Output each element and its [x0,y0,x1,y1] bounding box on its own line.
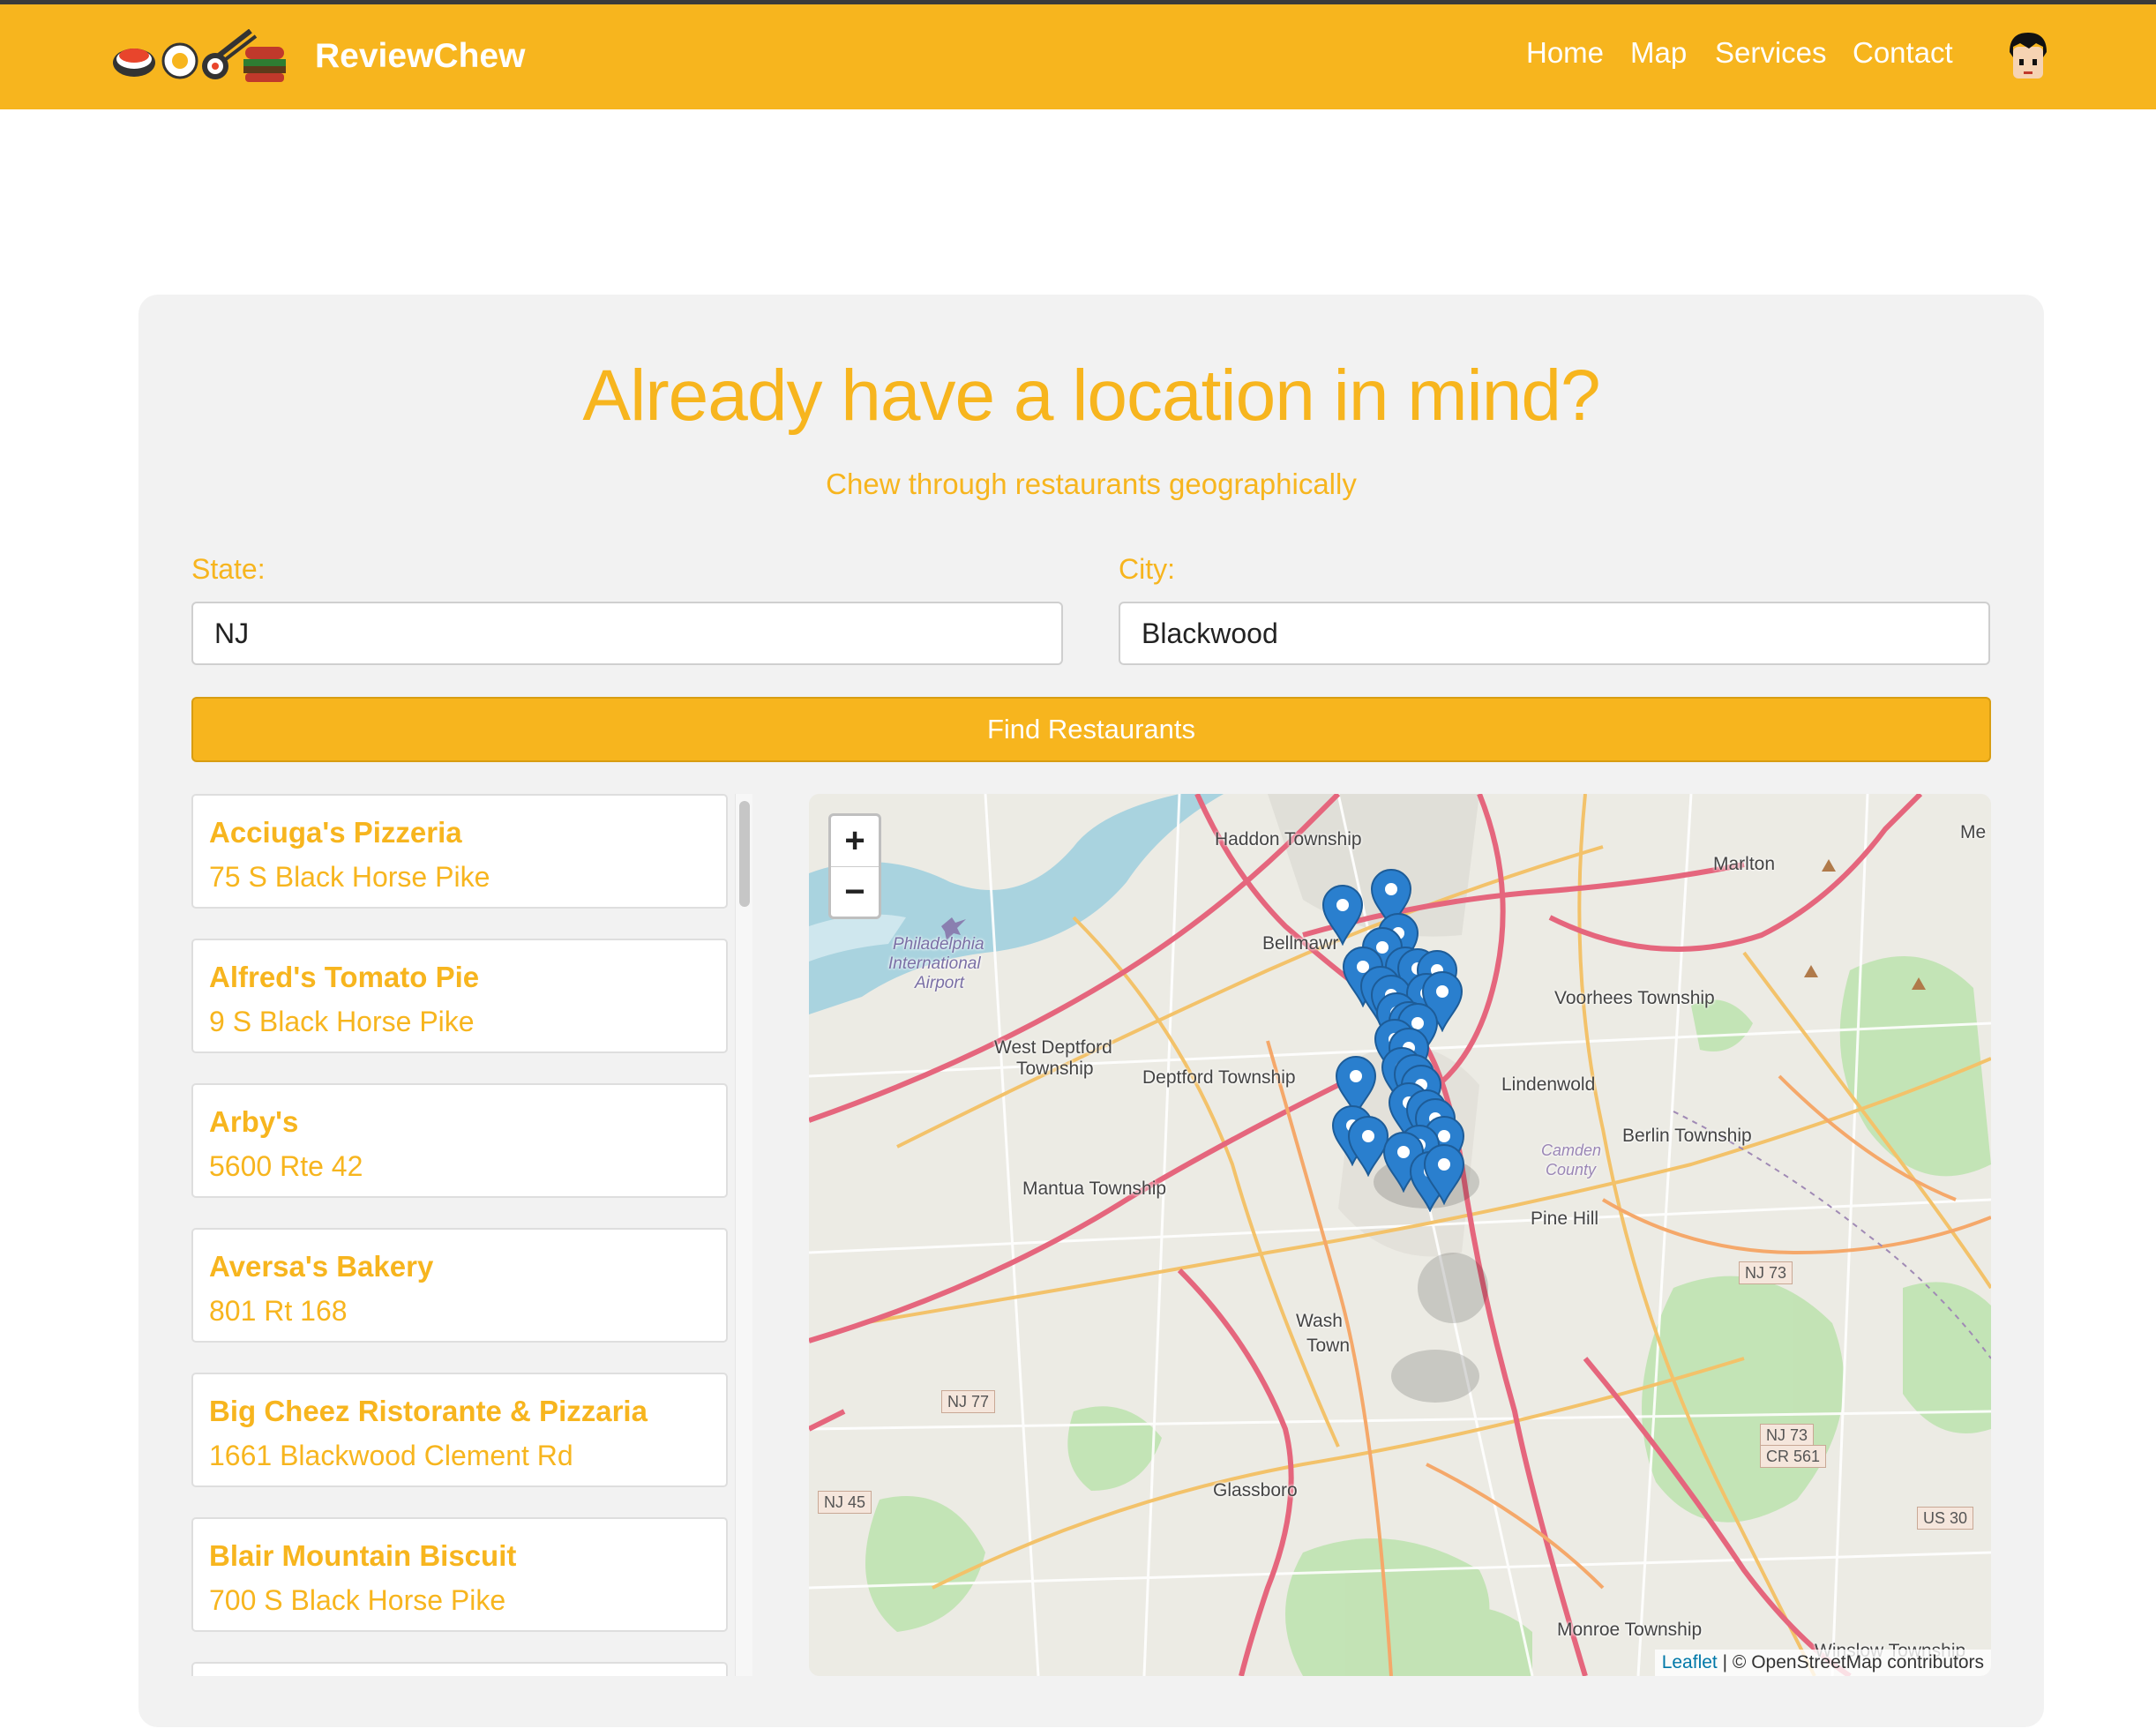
route-shield: NJ 73 [1739,1261,1793,1284]
nav-contact-link[interactable]: Contact [1853,31,1953,75]
zoom-out-button[interactable]: − [831,867,879,917]
map-label: West Deptford [994,1037,1112,1058]
restaurant-card[interactable]: Big Cheez Ristorante & Pizzaria 1661 Bla… [191,1373,728,1487]
route-shield: NJ 77 [941,1390,996,1413]
restaurant-card[interactable]: Arby's 5600 Rte 42 [191,1083,728,1198]
map-label: Glassboro [1213,1480,1298,1500]
find-restaurants-button[interactable]: Find Restaurants [191,697,1991,762]
map-label: Marlton [1713,854,1776,874]
map-label: Airport [915,974,964,992]
list-scrollbar[interactable] [735,794,752,1676]
zoom-control: + − [828,813,881,919]
map-label: Deptford Township [1142,1067,1296,1088]
osm-attribution-text: | © OpenStreetMap contributors [1717,1652,1984,1672]
food-logo-icon[interactable] [111,29,288,87]
map-label: International [888,954,981,973]
map-marker-icon[interactable] [1321,884,1365,946]
map-label: Camden [1541,1141,1602,1159]
brand-name[interactable]: ReviewChew [315,34,525,79]
search-panel: Already have a location in mind? Chew th… [138,295,2044,1727]
restaurant-address: 700 S Black Horse Pike [209,1584,506,1616]
map-label: Town [1306,1336,1351,1356]
map-label: Wash [1296,1311,1343,1331]
list-scrollbar-thumb[interactable] [739,801,750,907]
restaurant-card[interactable]: Alfred's Tomato Pie 9 S Black Horse Pike [191,939,728,1053]
zoom-in-button[interactable]: + [831,816,879,866]
restaurant-name: Blair Mountain Biscuit [209,1539,517,1572]
map-label: Berlin Township [1622,1126,1752,1146]
route-shield: US 30 [1917,1507,1974,1530]
map-label: Township [1016,1059,1094,1079]
leaflet-link[interactable]: Leaflet [1662,1652,1718,1672]
restaurant-card[interactable]: Aversa's Bakery 801 Rt 168 [191,1228,728,1343]
nav-map-link[interactable]: Map [1630,31,1687,75]
nav-services-link[interactable]: Services [1715,31,1827,75]
restaurant-card[interactable]: Blair Mountain Biscuit 700 S Black Horse… [191,1517,728,1632]
restaurant-card[interactable]: Acciuga's Pizzeria 75 S Black Horse Pike [191,794,728,909]
map-label: Voorhees Township [1554,988,1715,1008]
restaurant-name: Big Cheez Ristorante & Pizzaria [209,1395,648,1427]
city-input[interactable] [1119,602,1990,665]
map-label: Monroe Township [1557,1620,1703,1640]
nav-home-link[interactable]: Home [1526,31,1604,75]
restaurant-address: 9 S Black Horse Pike [209,1006,475,1037]
restaurant-list[interactable]: Acciuga's Pizzeria 75 S Black Horse Pike… [191,794,752,1676]
map-label: Mantua Township [1022,1179,1167,1199]
restaurant-name: Aversa's Bakery [209,1250,434,1283]
user-avatar-icon[interactable] [2004,31,2052,84]
map-label: Me [1960,822,1987,842]
city-label: City: [1119,553,1175,585]
map-label: Haddon Township [1215,829,1362,849]
page-subtitle: Chew through restaurants geographically [826,468,1357,500]
restaurant-map[interactable]: Haddon Township Marlton Me Philadelphia … [809,794,1991,1676]
restaurant-address: 1661 Blackwood Clement Rd [209,1440,573,1471]
map-label: Pine Hill [1531,1208,1599,1229]
route-shield: NJ 45 [818,1491,872,1514]
map-marker-icon[interactable] [1422,1143,1466,1205]
state-input[interactable] [191,602,1063,665]
restaurant-name: Alfred's Tomato Pie [209,961,480,993]
navbar: ReviewChew Home Map Services Contact [0,4,2156,109]
restaurant-address: 801 Rt 168 [209,1295,348,1327]
restaurant-name: Acciuga's Pizzeria [209,816,462,849]
page-title: Already have a location in mind? [582,355,1600,436]
state-label: State: [191,553,266,585]
restaurant-name: Arby's [209,1105,299,1138]
map-label: Lindenwold [1501,1074,1596,1095]
map-attribution: Leaflet | © OpenStreetMap contributors [1654,1650,1991,1676]
restaurant-address: 5600 Rte 42 [209,1150,363,1182]
route-shield: CR 561 [1760,1445,1827,1468]
map-label: County [1546,1161,1597,1179]
restaurant-card[interactable] [191,1662,728,1676]
restaurant-address: 75 S Black Horse Pike [209,861,490,893]
map-label: Philadelphia [893,935,984,954]
route-shield: NJ 73 [1760,1424,1815,1447]
